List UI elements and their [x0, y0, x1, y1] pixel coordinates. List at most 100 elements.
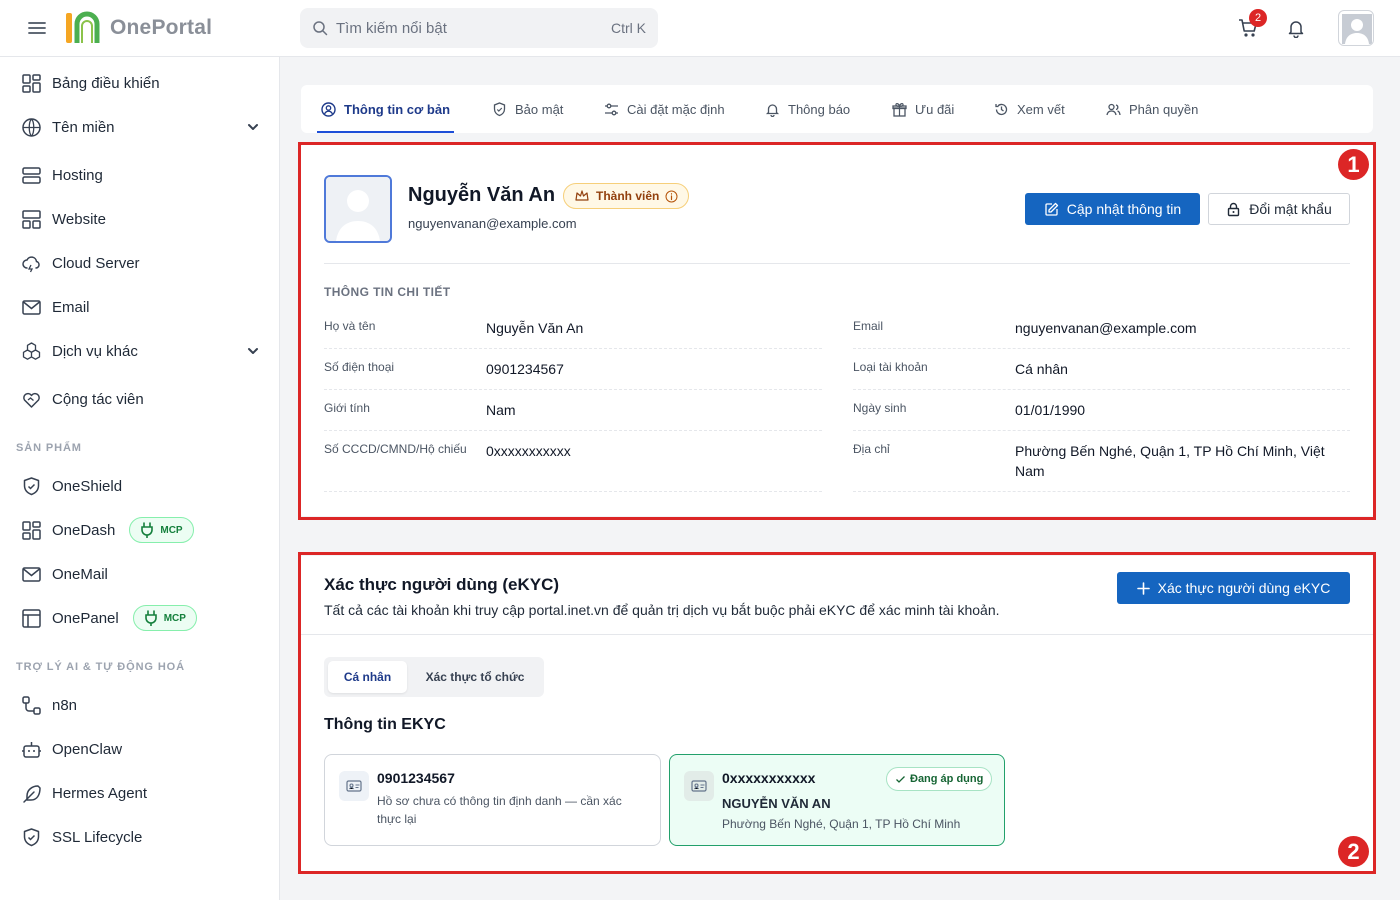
search-box[interactable]: Ctrl K — [300, 8, 658, 48]
sidebar-item-email[interactable]: Email — [0, 287, 280, 327]
menu-icon[interactable] — [27, 18, 47, 38]
ekyc-card-description: Hồ sơ chưa có thông tin định danh — cần … — [377, 794, 622, 826]
handshake-icon — [23, 392, 40, 408]
ekyc-card-title: 0xxxxxxxxxxx — [722, 770, 816, 786]
field-label: Họ và tên — [324, 319, 376, 333]
segment-personal[interactable]: Cá nhân — [328, 661, 407, 693]
tab-label: Cài đặt mặc định — [627, 101, 725, 117]
member-badge: Thành viên — [563, 183, 690, 209]
lock-icon — [1228, 202, 1240, 216]
top-bar: OnePortal Ctrl K 2 — [0, 0, 1400, 57]
chevron-down-icon[interactable] — [246, 344, 260, 358]
sidebar-item-label: Hosting — [52, 166, 103, 184]
tab-label: Phân quyền — [1129, 101, 1199, 117]
sidebar-item-onemail[interactable]: OneMail — [0, 554, 280, 594]
search-input[interactable] — [336, 19, 611, 37]
field-label: Số điện thoại — [324, 360, 395, 374]
field-label: Email — [853, 319, 884, 333]
bot-icon — [22, 741, 41, 758]
change-password-button[interactable]: Đổi mật khẩu — [1208, 193, 1350, 225]
id-card-icon — [684, 771, 714, 801]
detail-row-fullname: Họ và tên Nguyễn Văn An — [324, 308, 822, 349]
sidebar-item-domains[interactable]: Tên miền — [0, 107, 280, 147]
sidebar-item-hermes-agent[interactable]: Hermes Agent — [0, 773, 280, 813]
tab-label: Bảo mật — [515, 101, 564, 117]
annotation-badge-1: 1 — [1338, 149, 1369, 180]
sidebar-item-cloud-server[interactable]: Cloud Server — [0, 243, 280, 283]
ekyc-title: Xác thực người dùng (eKYC) — [324, 575, 560, 594]
ekyc-active-card[interactable]: 0xxxxxxxxxxx Đang áp dụng NGUYỄN VĂN AN … — [669, 754, 1005, 846]
sidebar-item-onedash[interactable]: OneDash MCP — [0, 510, 280, 550]
detail-row-phone: Số điện thoại 0901234567 — [324, 349, 822, 390]
tab-permissions[interactable]: Phân quyền — [1106, 85, 1198, 133]
panel-icon — [22, 608, 41, 628]
field-label: Ngày sinh — [853, 401, 907, 415]
segment-organization[interactable]: Xác thực tổ chức — [415, 661, 535, 693]
sidebar-item-ssl-lifecycle[interactable]: SSL Lifecycle — [0, 817, 280, 857]
plug-icon — [141, 522, 154, 538]
sidebar-item-label: Dịch vụ khác — [52, 342, 138, 360]
users-icon — [1106, 103, 1121, 115]
gift-icon — [892, 102, 907, 117]
tab-offers[interactable]: Ưu đãi — [892, 85, 954, 133]
app-logo[interactable]: OnePortal — [64, 10, 212, 46]
sidebar-item-label: OneDash — [52, 521, 116, 539]
sidebar-item-n8n[interactable]: n8n — [0, 685, 280, 725]
tab-basic-info[interactable]: Thông tin cơ bản — [316, 85, 455, 133]
tab-security[interactable]: Bảo mật — [492, 85, 563, 133]
field-value: nguyenvanan@example.com — [1015, 320, 1197, 336]
info-icon[interactable] — [665, 190, 678, 203]
ekyc-card-address: Phường Bến Nghé, Quận 1, TP Hồ Chí Minh — [722, 817, 961, 831]
sidebar-item-oneshield[interactable]: OneShield — [0, 466, 280, 506]
cloud-icon — [22, 255, 40, 272]
section-title-products: SẢN PHẨM — [16, 442, 82, 454]
account-tabs: Thông tin cơ bản Bảo mật Cài đặt mặc địn… — [301, 85, 1373, 133]
server-icon — [22, 166, 41, 184]
dashboard-icon — [22, 73, 41, 93]
sidebar-item-label: SSL Lifecycle — [52, 828, 143, 846]
sidebar-item-openclaw[interactable]: OpenClaw — [0, 729, 280, 769]
id-card-icon — [339, 771, 369, 801]
ekyc-description: Tất cả các tài khoản khi truy cập portal… — [324, 602, 1000, 618]
profile-avatar — [324, 175, 392, 243]
crown-icon — [575, 190, 589, 201]
user-avatar[interactable] — [1338, 10, 1374, 46]
shield-icon — [23, 476, 40, 495]
tab-label: Xem vết — [1017, 101, 1065, 117]
tab-notifications[interactable]: Thông báo — [765, 85, 850, 133]
profile-name: Nguyễn Văn An — [408, 184, 556, 206]
field-label: Số CCCD/CMND/Hộ chiếu — [324, 442, 467, 456]
check-icon — [896, 775, 905, 783]
sidebar-item-label: Bảng điều khiển — [52, 74, 160, 92]
field-label: Giới tính — [324, 401, 370, 415]
ekyc-card-title: 0901234567 — [377, 770, 455, 786]
detail-section-title: THÔNG TIN CHI TIẾT — [324, 285, 451, 299]
sidebar-item-onepanel[interactable]: OnePanel MCP — [0, 598, 280, 638]
detail-row-birthdate: Ngày sinh 01/01/1990 — [853, 390, 1350, 431]
sidebar-item-affiliate[interactable]: Cộng tác viên — [0, 379, 280, 419]
sidebar-item-label: OneShield — [52, 477, 123, 495]
ekyc-info-title: Thông tin EKYC — [324, 716, 446, 733]
sidebar-item-hosting[interactable]: Hosting — [0, 155, 280, 195]
ekyc-divider — [301, 634, 1373, 635]
field-value: Nguyễn Văn An — [486, 320, 584, 336]
sidebar-item-dashboard[interactable]: Bảng điều khiển — [0, 63, 280, 103]
sidebar-item-label: Website — [52, 210, 106, 228]
field-value: 0xxxxxxxxxxx — [486, 443, 571, 459]
search-shortcut: Ctrl K — [611, 20, 646, 36]
sidebar-item-other-services[interactable]: Dịch vụ khác — [0, 331, 280, 371]
update-info-button[interactable]: Cập nhật thông tin — [1025, 193, 1200, 225]
bell-icon[interactable] — [1286, 18, 1306, 38]
sidebar: Bảng điều khiển Tên miền Hosting Website… — [0, 57, 280, 900]
globe-icon — [22, 117, 41, 137]
tab-audit-log[interactable]: Xem vết — [994, 85, 1065, 133]
mail-icon — [22, 299, 41, 315]
detail-row-address: Địa chỉ Phường Bến Nghé, Quận 1, TP Hồ C… — [853, 431, 1350, 492]
tab-default-settings[interactable]: Cài đặt mặc định — [604, 85, 725, 133]
history-icon — [995, 103, 1008, 115]
chevron-down-icon[interactable] — [246, 120, 260, 134]
sidebar-item-label: Cloud Server — [52, 254, 140, 272]
ekyc-verify-button[interactable]: Xác thực người dùng eKYC — [1117, 572, 1350, 604]
ekyc-profile-card[interactable]: 0901234567 Hồ sơ chưa có thông tin định … — [324, 754, 661, 846]
sidebar-item-website[interactable]: Website — [0, 199, 280, 239]
